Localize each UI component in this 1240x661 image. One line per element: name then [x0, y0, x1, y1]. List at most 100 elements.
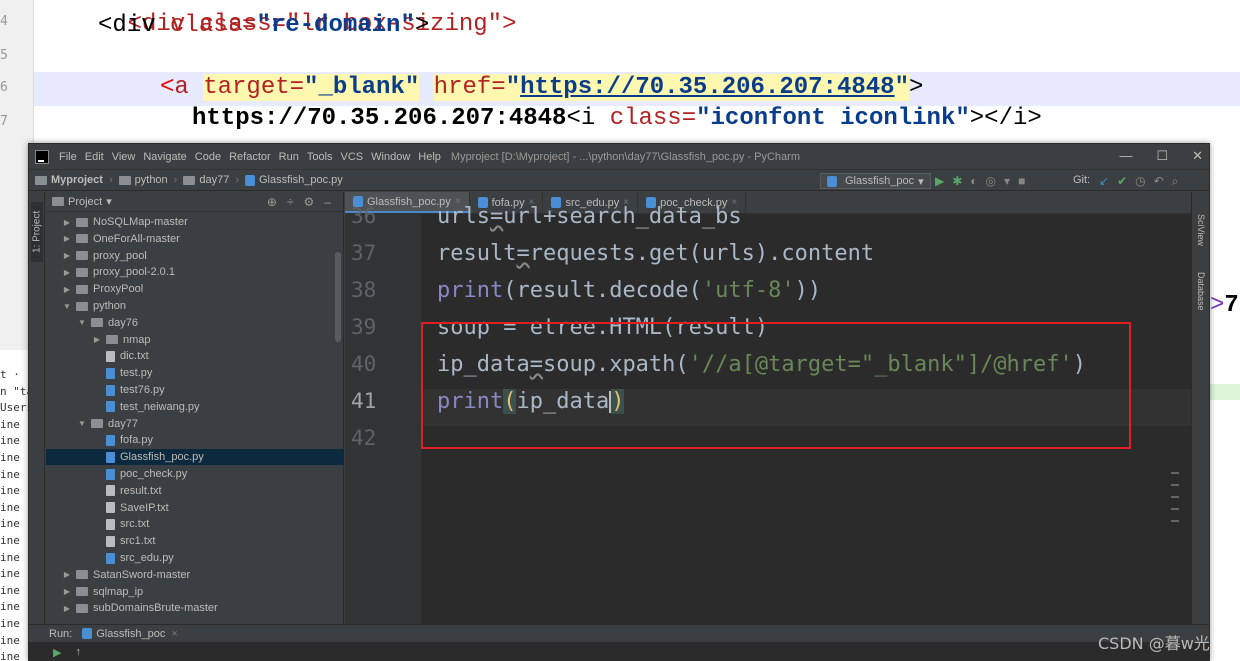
tree-item[interactable]: test.py [46, 365, 344, 381]
breadcrumb-project[interactable]: Myproject [35, 174, 103, 186]
tree-item[interactable]: ▶ NoSQLMap-master [46, 214, 344, 230]
collapsed-arrow-icon[interactable]: ▶ [62, 604, 72, 613]
run-config-select[interactable]: Glassfish_poc ▾ [820, 173, 931, 189]
run-tab-name[interactable]: Glassfish_poc [96, 628, 165, 640]
tree-item[interactable]: ▶ ProxyPool [46, 281, 344, 297]
tree-item[interactable]: ▶ proxy_pool-2.0.1 [46, 264, 344, 280]
expanded-arrow-icon[interactable]: ▼ [62, 302, 72, 311]
tree-item[interactable]: ▼ python [46, 298, 344, 314]
breadcrumb-day77[interactable]: day77 [183, 174, 229, 186]
window-title: Myproject [D:\Myproject] - ...\python\da… [450, 150, 800, 163]
sciview-tab[interactable]: SciView [1196, 214, 1206, 246]
hide-icon[interactable]: – [324, 195, 331, 209]
gear-icon[interactable]: ⚙ [304, 195, 315, 209]
tree-item-label: OneForAll-master [93, 232, 180, 245]
collapsed-arrow-icon[interactable]: ▶ [62, 285, 72, 294]
git-history-icon[interactable]: ◷ [1135, 174, 1145, 189]
rerun-icon[interactable]: ▶ [53, 646, 61, 659]
menu-help[interactable]: Help [414, 151, 445, 163]
code-line-38[interactable]: print(result.decode('utf-8')) [437, 278, 821, 303]
tree-item[interactable]: ▶ subDomainsBrute-master [46, 600, 344, 616]
tree-item[interactable]: ▼ day76 [46, 315, 344, 331]
tree-item[interactable]: ▶ proxy_pool [46, 248, 344, 264]
profile-icon[interactable]: ◎ [986, 174, 996, 188]
build-icon[interactable]: ▾ [1004, 174, 1010, 188]
stop-icon[interactable]: ■ [1018, 174, 1025, 188]
line-number: 39 [351, 315, 377, 339]
breadcrumb-python[interactable]: python [118, 174, 168, 186]
menu-view[interactable]: View [108, 151, 140, 163]
tree-item[interactable]: test_neiwang.py [46, 399, 344, 415]
breadcrumb-file[interactable]: Glassfish_poc.py [245, 174, 343, 186]
close-tab-icon[interactable]: × [171, 628, 177, 640]
tree-item[interactable]: poc_check.py [46, 466, 344, 482]
coverage-icon[interactable]: ◐ [970, 174, 977, 188]
project-scrollbar[interactable] [335, 252, 341, 342]
tree-item[interactable]: src1.txt [46, 533, 344, 549]
run-controls: ▶ ↑ [29, 642, 1209, 660]
menu-file[interactable]: File [55, 151, 81, 163]
collapsed-arrow-icon[interactable]: ▶ [62, 268, 72, 277]
code-line-37[interactable]: result=requests.get(urls).content [437, 241, 874, 266]
project-icon [52, 197, 64, 206]
minimize-button[interactable]: — [1119, 148, 1132, 164]
project-view-select[interactable]: Project [68, 196, 102, 208]
editor-scroll-markers[interactable] [1171, 472, 1179, 592]
title-bar: File Edit View Navigate Code Refactor Ru… [29, 144, 1209, 169]
folder-icon [76, 251, 88, 261]
tree-item[interactable]: fofa.py [46, 432, 344, 448]
menu-vcs[interactable]: VCS [337, 151, 368, 163]
menu-window[interactable]: Window [367, 151, 414, 163]
collapsed-arrow-icon[interactable]: ▶ [62, 218, 72, 227]
tree-item[interactable]: src_edu.py [46, 550, 344, 566]
tree-item[interactable]: ▶ SatanSword-master [46, 567, 344, 583]
python-file-icon [106, 367, 115, 379]
close-button[interactable]: ✕ [1192, 148, 1203, 164]
tree-item[interactable]: ▶ sqlmap_ip [46, 584, 344, 600]
tree-item[interactable]: src.txt [46, 516, 344, 532]
git-rollback-icon[interactable]: ↶ [1154, 174, 1164, 189]
expanded-arrow-icon[interactable]: ▼ [77, 419, 87, 428]
tree-item[interactable]: ▶ nmap [46, 332, 344, 348]
git-commit-icon[interactable]: ✔ [1117, 174, 1127, 189]
tree-item[interactable]: result.txt [46, 483, 344, 499]
expanded-arrow-icon[interactable]: ▼ [77, 318, 87, 327]
collapsed-arrow-icon[interactable]: ▶ [62, 234, 72, 243]
tree-item[interactable]: ▶ OneForAll-master [46, 231, 344, 247]
search-icon[interactable]: ⌕ [1172, 174, 1179, 189]
menu-tools[interactable]: Tools [303, 151, 337, 163]
menu-refactor[interactable]: Refactor [225, 151, 275, 163]
collapsed-arrow-icon[interactable]: ▶ [92, 335, 102, 344]
tree-item[interactable]: Glassfish_poc.py [46, 449, 344, 466]
git-update-icon[interactable]: ↙ [1099, 174, 1109, 189]
tree-item[interactable]: SaveIP.txt [46, 500, 344, 516]
bg-line-number: 7 [0, 114, 8, 129]
menu-run[interactable]: Run [275, 151, 303, 163]
locate-icon[interactable]: ⊕ [267, 195, 277, 209]
tree-item[interactable]: ▼ day77 [46, 416, 344, 432]
run-icon[interactable]: ▶ [935, 174, 944, 188]
collapsed-arrow-icon[interactable]: ▶ [62, 251, 72, 260]
maximize-button[interactable]: ☐ [1156, 148, 1168, 164]
bg-link-url[interactable]: https://70.35.206.207:4848 [520, 74, 895, 101]
menu-edit[interactable]: Edit [81, 151, 108, 163]
tree-item-label: SaveIP.txt [120, 501, 169, 514]
text-file-icon [106, 535, 115, 547]
project-tool-tab[interactable]: 1: Project [31, 202, 43, 262]
watermark: CSDN @暮w光 [1098, 634, 1210, 653]
tree-item[interactable]: test76.py [46, 382, 344, 398]
tree-item[interactable]: dic.txt [46, 348, 344, 364]
menu-code[interactable]: Code [191, 151, 225, 163]
background-run-output: t · n "ta Users ine ine ine ine ine ine ine ine ine… [0, 350, 33, 661]
bg-code-line-4: https://70.35.206.207:4848<i class="icon… [192, 105, 1042, 132]
menu-navigate[interactable]: Navigate [139, 151, 190, 163]
line-number: 42 [351, 426, 377, 450]
collapse-icon[interactable]: ÷ [287, 195, 294, 209]
up-arrow-icon[interactable]: ↑ [75, 646, 81, 658]
debug-icon[interactable]: ✱ [952, 174, 962, 188]
database-tab[interactable]: Database [1196, 272, 1206, 311]
collapsed-arrow-icon[interactable]: ▶ [62, 587, 72, 596]
code-line-36[interactable]: urls=url+search_data_bs [437, 204, 742, 229]
collapsed-arrow-icon[interactable]: ▶ [62, 570, 72, 579]
python-file-icon [106, 468, 115, 480]
